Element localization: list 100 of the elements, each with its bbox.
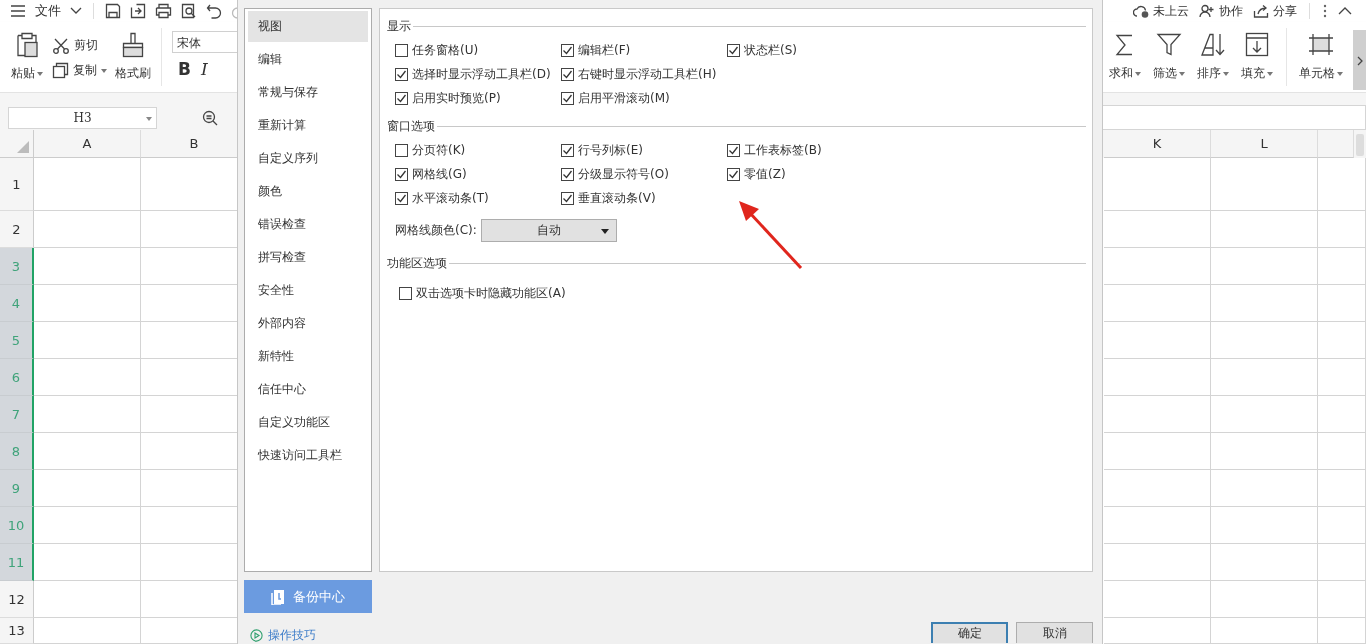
grid-cell[interactable]	[1211, 359, 1318, 396]
nav-item[interactable]: 颜色	[248, 176, 368, 207]
column-header[interactable]: K	[1104, 130, 1211, 158]
grid-cell[interactable]	[34, 507, 141, 544]
grid-cell[interactable]	[1104, 359, 1211, 396]
share-button[interactable]: 分享	[1253, 2, 1297, 20]
grid-cell[interactable]	[1211, 396, 1318, 433]
filter-button[interactable]: 筛选	[1152, 22, 1186, 92]
grid-cell[interactable]	[1104, 285, 1211, 322]
checkbox[interactable]	[561, 43, 574, 57]
grid-cell[interactable]	[1211, 248, 1318, 285]
grid-cell[interactable]	[1104, 396, 1211, 433]
nav-item[interactable]: 安全性	[248, 275, 368, 306]
undo-icon[interactable]	[206, 3, 222, 19]
grid-cell[interactable]	[1318, 581, 1366, 618]
nav-item[interactable]: 常规与保存	[248, 77, 368, 108]
grid-cell[interactable]	[1104, 158, 1211, 211]
grid-cell[interactable]	[1211, 285, 1318, 322]
checkbox[interactable]	[395, 191, 408, 205]
copy-button[interactable]: 复制	[52, 62, 107, 79]
grid-cell[interactable]	[34, 322, 141, 359]
grid-cell[interactable]	[34, 544, 141, 581]
row-header[interactable]: 2	[0, 211, 34, 248]
scrollbar[interactable]	[1356, 134, 1364, 156]
grid-cell[interactable]	[1104, 581, 1211, 618]
tips-link[interactable]: 操作技巧	[244, 627, 372, 644]
column-header[interactable]: L	[1211, 130, 1318, 158]
collapse-icon[interactable]	[1338, 7, 1352, 15]
grid-cell[interactable]	[34, 359, 141, 396]
grid-cell[interactable]	[34, 433, 141, 470]
select-all-icon[interactable]	[17, 141, 29, 153]
print-preview-icon[interactable]	[181, 3, 197, 19]
grid-cell[interactable]	[34, 396, 141, 433]
grid-cell[interactable]	[1318, 211, 1366, 248]
italic-button[interactable]: I	[200, 59, 208, 79]
scroll-right-button[interactable]	[1353, 30, 1366, 90]
row-header[interactable]: 1	[0, 158, 34, 211]
grid-cell[interactable]	[1211, 581, 1318, 618]
grid-cell[interactable]	[1104, 470, 1211, 507]
nav-item[interactable]: 视图	[248, 11, 368, 42]
file-menu[interactable]: 文件	[35, 2, 61, 20]
cloud-button[interactable]: 未上云	[1133, 2, 1189, 20]
print-icon[interactable]	[155, 3, 172, 19]
grid-cell[interactable]	[34, 285, 141, 322]
checkbox[interactable]	[727, 143, 740, 157]
checkbox[interactable]	[395, 67, 408, 81]
name-box[interactable]: H3	[8, 106, 157, 129]
nav-item[interactable]: 拼写检查	[248, 242, 368, 273]
checkbox[interactable]	[727, 43, 740, 57]
checkbox[interactable]	[561, 91, 574, 105]
paste-button[interactable]: 粘贴	[10, 22, 44, 92]
grid-cell[interactable]	[1318, 158, 1366, 211]
grid-cell[interactable]	[34, 581, 141, 618]
grid-cell[interactable]	[1318, 322, 1366, 359]
grid-cell[interactable]	[1211, 544, 1318, 581]
grid-cell[interactable]	[1318, 433, 1366, 470]
row-header[interactable]: 13	[0, 618, 34, 644]
nav-item[interactable]: 自定义序列	[248, 143, 368, 174]
grid-cell[interactable]	[34, 248, 141, 285]
nav-item[interactable]: 重新计算	[248, 110, 368, 141]
grid-cell[interactable]	[1318, 544, 1366, 581]
grid-cell[interactable]	[1104, 507, 1211, 544]
grid-cell[interactable]	[1318, 396, 1366, 433]
checkbox[interactable]	[395, 91, 408, 105]
checkbox[interactable]	[395, 167, 408, 181]
checkbox[interactable]	[399, 286, 412, 300]
grid-cell[interactable]	[1104, 544, 1211, 581]
sort-button[interactable]: 排序	[1196, 22, 1230, 92]
more-icon[interactable]	[1322, 4, 1328, 18]
ok-button[interactable]: 确定	[931, 622, 1008, 643]
checkbox[interactable]	[561, 143, 574, 157]
fill-button[interactable]: 填充	[1240, 22, 1274, 92]
grid-cell[interactable]	[1211, 211, 1318, 248]
grid-cell[interactable]	[1104, 248, 1211, 285]
grid-cell[interactable]	[1211, 470, 1318, 507]
nav-item[interactable]: 自定义功能区	[248, 407, 368, 438]
nav-item[interactable]: 快速访问工具栏	[248, 440, 368, 471]
nav-item[interactable]: 错误检查	[248, 209, 368, 240]
grid-cell[interactable]	[1318, 618, 1366, 644]
grid-cell[interactable]	[1318, 248, 1366, 285]
bold-button[interactable]: B	[178, 59, 191, 79]
grid-cell[interactable]	[1318, 470, 1366, 507]
zoom-icon[interactable]	[202, 109, 218, 126]
grid-cell[interactable]	[1318, 359, 1366, 396]
checkbox[interactable]	[561, 67, 574, 81]
cut-button[interactable]: 剪切	[52, 37, 107, 54]
grid-cell[interactable]	[1104, 618, 1211, 644]
chevron-down-icon[interactable]	[70, 7, 82, 15]
grid-cell[interactable]	[1211, 158, 1318, 211]
cell-button[interactable]: 单元格	[1299, 22, 1343, 92]
checkbox[interactable]	[561, 167, 574, 181]
grid-cell[interactable]	[1318, 285, 1366, 322]
export-icon[interactable]	[130, 3, 146, 19]
row-header[interactable]: 12	[0, 581, 34, 618]
color-dropdown[interactable]: 自动	[480, 218, 617, 242]
nav-item[interactable]: 新特性	[248, 341, 368, 372]
save-icon[interactable]	[105, 3, 121, 19]
grid-cell[interactable]	[1104, 322, 1211, 359]
menu-icon[interactable]	[10, 4, 26, 18]
grid-cell[interactable]	[1211, 618, 1318, 644]
